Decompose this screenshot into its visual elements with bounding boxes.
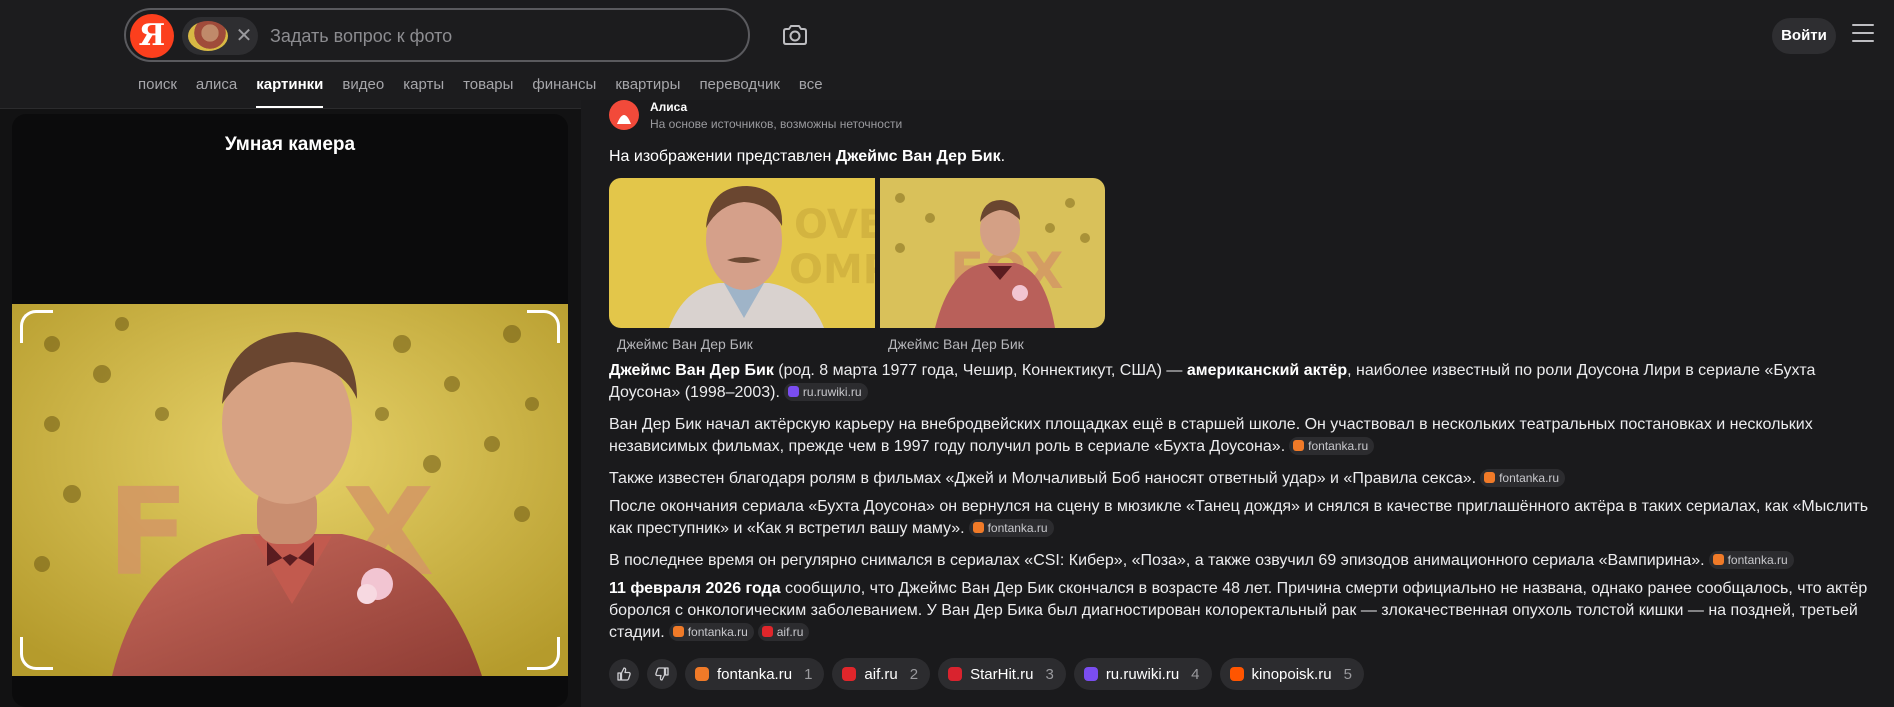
source-link-fontanka[interactable]: fontanka.ru — [968, 519, 1054, 537]
lead-person-name: Джеймс Ван Дер Бик — [835, 148, 1001, 165]
crop-corner-bottom-left[interactable] — [20, 637, 53, 670]
svg-text:OVE: OVE — [794, 202, 875, 248]
fontanka-icon — [1712, 554, 1724, 565]
source-name: kinopoisk.ru — [1251, 665, 1332, 683]
nav-tab-search[interactable]: поиск — [138, 76, 177, 106]
uploaded-photo-thumbnail[interactable] — [188, 21, 228, 51]
answer-paragraph-3: Также известен благодаря ролям в фильмах… — [609, 468, 1879, 490]
aif-icon — [761, 626, 773, 637]
search-input[interactable] — [268, 20, 692, 52]
crop-corner-top-left[interactable] — [20, 310, 53, 343]
source-link-fontanka[interactable]: fontanka.ru — [1289, 437, 1375, 455]
p4-text: После окончания сериала «Бухта Доусона» … — [609, 498, 1869, 537]
source-number: 5 — [1343, 665, 1352, 683]
source-link-fontanka[interactable]: fontanka.ru — [1480, 469, 1566, 487]
assistant-name: Алиса — [650, 100, 688, 114]
source-name: ru.ruwiki.ru — [1105, 665, 1180, 683]
answer-paragraph-2: Ван Дер Бик начал актёрскую карьеру на в… — [609, 414, 1879, 458]
top-header: Я ✕ Войти поиск алиса картинки видео кар… — [0, 0, 1894, 109]
source-number: 1 — [804, 665, 813, 683]
ruwiki-icon — [1083, 667, 1098, 681]
source-label: fontanka.ru — [987, 521, 1048, 535]
p5-text: В последнее время он регулярно снимался … — [609, 552, 1705, 569]
source-label: ru.ruwiki.ru — [802, 385, 862, 399]
p2-text: Ван Дер Бик начал актёрскую карьеру на в… — [609, 416, 1813, 455]
source-chip-kinopoisk[interactable]: kinopoisk.ru 5 — [1219, 658, 1364, 690]
source-label: fontanka.ru — [687, 625, 748, 639]
lead-text: На изображении представлен — [609, 148, 836, 165]
nav-tab-goods[interactable]: товары — [463, 76, 513, 106]
crop-corner-top-right[interactable] — [527, 310, 560, 343]
login-button[interactable]: Войти — [1772, 18, 1836, 54]
result-image-1[interactable]: OVE OMP — [609, 178, 875, 328]
search-bar: Я ✕ — [124, 8, 750, 62]
smart-camera-panel: Умная камера F X — [12, 114, 568, 707]
result-image-2-caption[interactable]: Джеймс Ван Дер Бик — [888, 336, 1024, 352]
source-name: StarHit.ru — [970, 665, 1034, 683]
result-image-1-caption[interactable]: Джеймс Ван Дер Бик — [617, 336, 753, 352]
result-image-2[interactable]: FOX — [880, 178, 1105, 328]
source-name: aif.ru — [864, 665, 898, 683]
source-chip-fontanka[interactable]: fontanka.ru 1 — [685, 658, 825, 690]
answer-paragraph-5: В последнее время он регулярно снимался … — [609, 550, 1879, 572]
source-number: 4 — [1191, 665, 1200, 683]
alice-icon — [609, 100, 639, 130]
assistant-header: Алиса На основе источников, возможны нет… — [609, 100, 1209, 134]
fontanka-icon — [972, 522, 984, 533]
hamburger-menu-icon[interactable] — [1852, 24, 1874, 44]
crop-corner-bottom-right[interactable] — [527, 637, 560, 670]
source-chip-ruwiki[interactable]: ru.ruwiki.ru 4 — [1073, 658, 1212, 690]
thumbs-up-icon[interactable] — [609, 659, 639, 689]
person-name: Джеймс Ван Дер Бик — [609, 362, 774, 379]
alice-answer-card: Алиса На основе источников, возможны нет… — [581, 100, 1894, 707]
nav-tab-maps[interactable]: карты — [403, 76, 444, 106]
p6-date: 11 февраля 2026 года — [609, 580, 781, 597]
yandex-logo[interactable]: Я — [130, 14, 174, 58]
source-number: 3 — [1045, 665, 1054, 683]
p3-text: Также известен благодаря ролям в фильмах… — [609, 470, 1477, 487]
fontanka-icon — [695, 667, 709, 681]
query-photo[interactable]: F X — [12, 304, 568, 676]
close-icon[interactable]: ✕ — [234, 23, 254, 49]
answer-paragraph-6: 11 февраля 2026 года сообщило, что Джейм… — [609, 578, 1879, 644]
nav-tab-video[interactable]: видео — [342, 76, 384, 106]
source-name: fontanka.ru — [717, 665, 793, 683]
source-label: fontanka.ru — [1308, 439, 1369, 453]
fontanka-icon — [1484, 472, 1496, 483]
p1-occupation: американский актёр — [1186, 362, 1348, 379]
answer-paragraph-1: Джеймс Ван Дер Бик (род. 8 марта 1977 го… — [609, 360, 1879, 404]
starhit-icon — [948, 667, 963, 681]
assistant-disclaimer: На основе источников, возможны неточност… — [650, 117, 903, 131]
source-label: fontanka.ru — [1727, 553, 1788, 567]
p1-text-1: (род. 8 марта 1977 года, Чешир, Коннекти… — [773, 362, 1187, 379]
source-chip-starhit[interactable]: StarHit.ru 3 — [938, 658, 1066, 690]
source-label: fontanka.ru — [1499, 471, 1560, 485]
answer-paragraph-4: После окончания сериала «Бухта Доусона» … — [609, 496, 1879, 540]
nav-tab-alice[interactable]: алиса — [196, 76, 237, 106]
source-link-ruwiki[interactable]: ru.ruwiki.ru — [783, 383, 868, 401]
source-number: 2 — [909, 665, 919, 683]
panel-title: Умная камера — [224, 134, 356, 155]
answer-footer: fontanka.ru 1 aif.ru 2 StarHit.ru 3 ru.ruwi… — [609, 658, 1372, 690]
ruwiki-icon — [787, 386, 799, 397]
source-link-aif[interactable]: aif.ru — [757, 623, 810, 641]
svg-text:OMP: OMP — [789, 247, 875, 293]
kinopoisk-icon — [1229, 667, 1244, 681]
source-label: aif.ru — [776, 625, 804, 639]
fontanka-icon — [1293, 440, 1305, 451]
aif-icon — [842, 667, 857, 681]
source-chip-aif[interactable]: aif.ru 2 — [832, 658, 931, 690]
source-link-fontanka[interactable]: fontanka.ru — [1708, 551, 1794, 569]
camera-icon[interactable] — [780, 20, 810, 50]
lead-suffix: . — [1000, 148, 1006, 165]
nav-tab-images[interactable]: картинки — [256, 76, 324, 108]
uploaded-photo-chip[interactable]: ✕ — [182, 17, 258, 55]
thumbs-down-icon[interactable] — [647, 659, 677, 689]
fontanka-icon — [672, 626, 684, 637]
source-link-fontanka[interactable]: fontanka.ru — [668, 623, 754, 641]
answer-lead: На изображении представлен Джеймс Ван Де… — [609, 148, 1005, 166]
